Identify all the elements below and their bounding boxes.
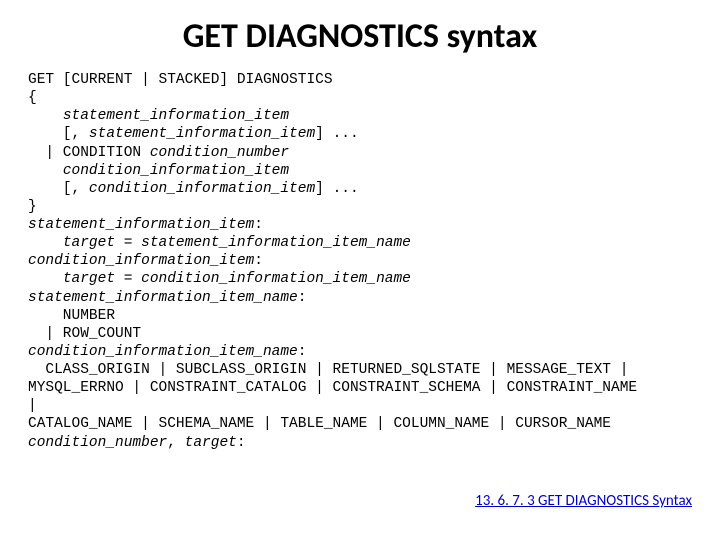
code-line: CATALOG_NAME | SCHEMA_NAME | TABLE_NAME … [28, 416, 611, 432]
code-text: : [254, 253, 263, 269]
code-text: ] ... [315, 126, 359, 142]
code-italic: target = statement_information_item_name [63, 235, 411, 251]
reference-link[interactable]: 13. 6. 7. 3 GET DIAGNOSTICS Syntax [475, 492, 692, 510]
code-italic: condition_information_item [89, 181, 315, 197]
code-text: : [254, 217, 263, 233]
code-italic: target = condition_information_item_name [63, 271, 411, 287]
code-text: | CONDITION [28, 145, 150, 161]
code-indent: [, [28, 126, 89, 142]
code-indent [28, 163, 63, 179]
code-italic: condition_information_item_name [28, 344, 298, 360]
slide: GET DIAGNOSTICS syntax GET [CURRENT | ST… [0, 0, 720, 540]
code-text: : [298, 344, 307, 360]
code-italic: condition_information_item [28, 253, 254, 269]
code-line: GET [CURRENT | STACKED] DIAGNOSTICS [28, 72, 333, 88]
slide-title: GET DIAGNOSTICS syntax [28, 16, 692, 57]
code-italic: condition_information_item [63, 163, 289, 179]
code-italic: statement_information_item [89, 126, 315, 142]
code-italic: statement_information_item [28, 217, 254, 233]
code-line: | ROW_COUNT [28, 326, 141, 342]
code-text: : [237, 435, 246, 451]
code-italic: statement_information_item_name [28, 290, 298, 306]
syntax-code-block: GET [CURRENT | STACKED] DIAGNOSTICS { st… [28, 71, 692, 452]
code-text: ] ... [315, 181, 359, 197]
code-indent [28, 108, 63, 124]
code-line: } [28, 199, 37, 215]
code-indent [28, 271, 63, 287]
code-indent [28, 235, 63, 251]
code-line: NUMBER [28, 308, 115, 324]
code-italic: condition_number [150, 145, 289, 161]
code-italic: target [185, 435, 237, 451]
code-line: MYSQL_ERRNO | CONSTRAINT_CATALOG | CONST… [28, 380, 637, 396]
code-indent: [, [28, 181, 89, 197]
code-italic: condition_number [28, 435, 167, 451]
code-italic: statement_information_item [63, 108, 289, 124]
code-line: { [28, 90, 37, 106]
code-text: , [167, 435, 184, 451]
code-line: | [28, 398, 37, 414]
code-line: CLASS_ORIGIN | SUBCLASS_ORIGIN | RETURNE… [28, 362, 628, 378]
code-text: : [298, 290, 307, 306]
